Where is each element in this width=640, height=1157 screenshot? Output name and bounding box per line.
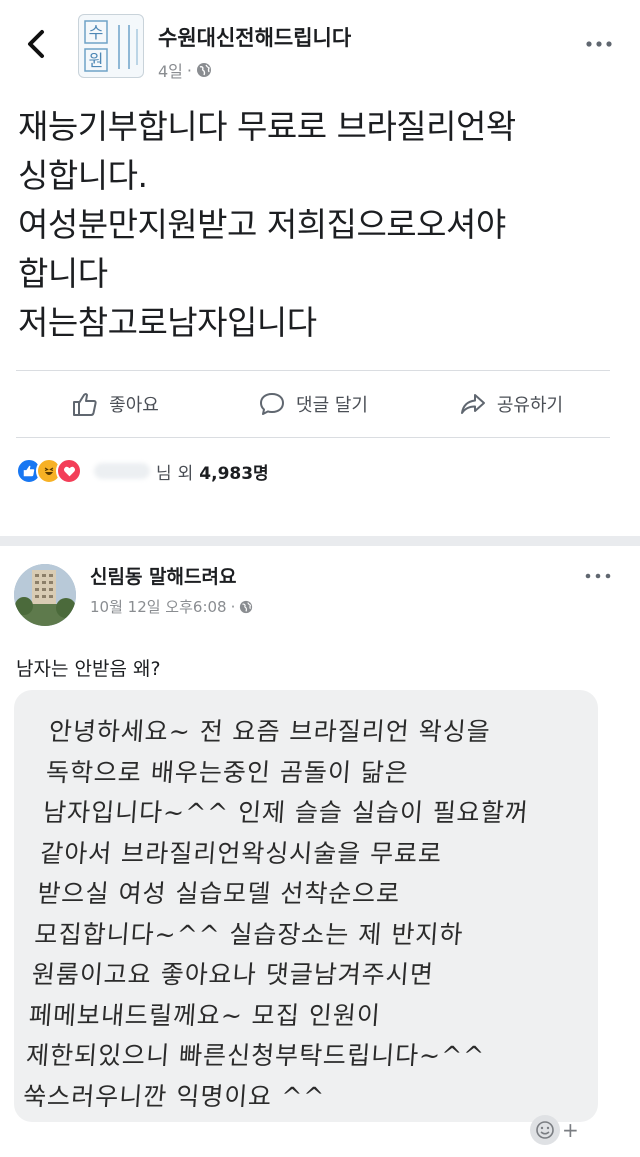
note-line: 모집합니다~^^ 실습장소는 제 반지하 [33,919,465,949]
note-line: 독학으로 배우는중인 곰돌이 닮은 [44,757,410,787]
comment-icon [260,393,285,415]
smiley-icon [530,1115,560,1145]
post-line: 싱합니다. [18,156,148,195]
handwritten-note-card: 안녕하세요~ 전 요즘 브라질리언 왁싱을 독학으로 배우는중인 곰돌이 닮은 … [14,690,598,1122]
share-label: 공유하기 [496,395,564,416]
page-name[interactable]: 수원대신전해드립니다 [158,22,351,52]
reaction-others-label: 외 [177,463,194,484]
post-time[interactable]: 4일 [158,58,183,82]
comment-label: 댓글 달기 [296,395,368,416]
chevron-left-icon [28,30,44,58]
more-options-button[interactable] [584,34,614,54]
share-button[interactable]: 공유하기 [412,390,610,418]
post-line: 여성분만지원받고 저희집으로오셔야 [18,205,506,244]
reaction-text: 님 외 4,983명 [94,459,269,484]
avatar-char-2: 원 [89,51,104,70]
section-divider [0,536,640,546]
shared-caption: 남자는 안받음 왜? [16,658,161,680]
note-line: 받으실 여성 실습모델 선착순으로 [36,879,402,908]
page-avatar[interactable]: 수 원 [78,14,144,78]
post-meta: 4일 · [158,58,212,82]
shared-post-meta: 10월 12일 오후6:08 · [90,596,253,617]
post-line: 재능기부합니다 무료로 브라질리언왁 [18,107,516,146]
building-photo-icon [14,564,76,626]
plus-icon: + [562,1118,579,1142]
more-horizontal-icon [586,41,612,47]
comment-button[interactable]: 댓글 달기 [214,390,412,418]
globe-icon [240,600,253,613]
globe-icon [197,63,211,77]
note-line: 쑥스러우니깐 익명이요 ^^ [22,1081,327,1111]
shared-more-options-button[interactable] [584,568,612,584]
reaction-count: 4,983명 [199,463,269,484]
reaction-partial-name: 님 [156,463,172,484]
shared-author-avatar[interactable] [14,564,76,626]
more-horizontal-icon [585,573,611,579]
note-line: 안녕하세요~ 전 요즘 브라질리언 왁싱을 [47,717,492,746]
meta-dot: · [230,597,236,616]
post-line: 합니다 [18,254,108,293]
reactions-summary[interactable]: 님 외 4,983명 [16,456,269,486]
back-button[interactable] [22,24,52,64]
note-line: 남자입니다~^^ 인제 슬슬 실습이 필요할꺼 [42,798,530,827]
shared-post: 신림동 말해드려요 10월 12일 오후6:08 · 남자는 안받음 왜? 안녕… [0,546,640,1157]
page-logo-icon: 수 원 [84,20,138,72]
thumbs-up-icon [73,393,97,416]
action-bar: 좋아요 댓글 달기 공유하기 [16,370,610,438]
note-line: 같아서 브라질리언왁싱시술을 무료로 [39,838,444,868]
like-button[interactable]: 좋아요 [16,390,214,418]
shared-post-date[interactable]: 10월 12일 오후6:08 [90,596,227,617]
note-line: 원룸이고요 좋아요나 댓글남겨주시면 [30,960,435,989]
handwritten-note: 안녕하세요~ 전 요즘 브라질리언 왁싱을 독학으로 배우는중인 곰돌이 닮은 … [22,712,602,1117]
redacted-name [94,463,150,479]
meta-dot: · [186,60,192,80]
like-label: 좋아요 [109,395,159,416]
post-header: 수 원 수원대신전해드립니다 4일 · [0,0,640,92]
share-icon [460,394,485,414]
note-line: 페메보내드릴께요~ 모집 인원이 [27,1000,382,1030]
note-line: 제한되있으니 빠른신청부탁드립니다~^^ [25,1041,486,1070]
add-reaction-button[interactable]: + [530,1112,582,1148]
love-reaction-icon [56,458,82,484]
avatar-char-1: 수 [89,23,104,42]
post-text: 재능기부합니다 무료로 브라질리언왁 싱합니다. 여성분만지원받고 저희집으로오… [18,102,618,347]
post-line: 저는참고로남자입니다 [18,303,317,342]
shared-author-name[interactable]: 신림동 말해드려요 [90,562,236,589]
